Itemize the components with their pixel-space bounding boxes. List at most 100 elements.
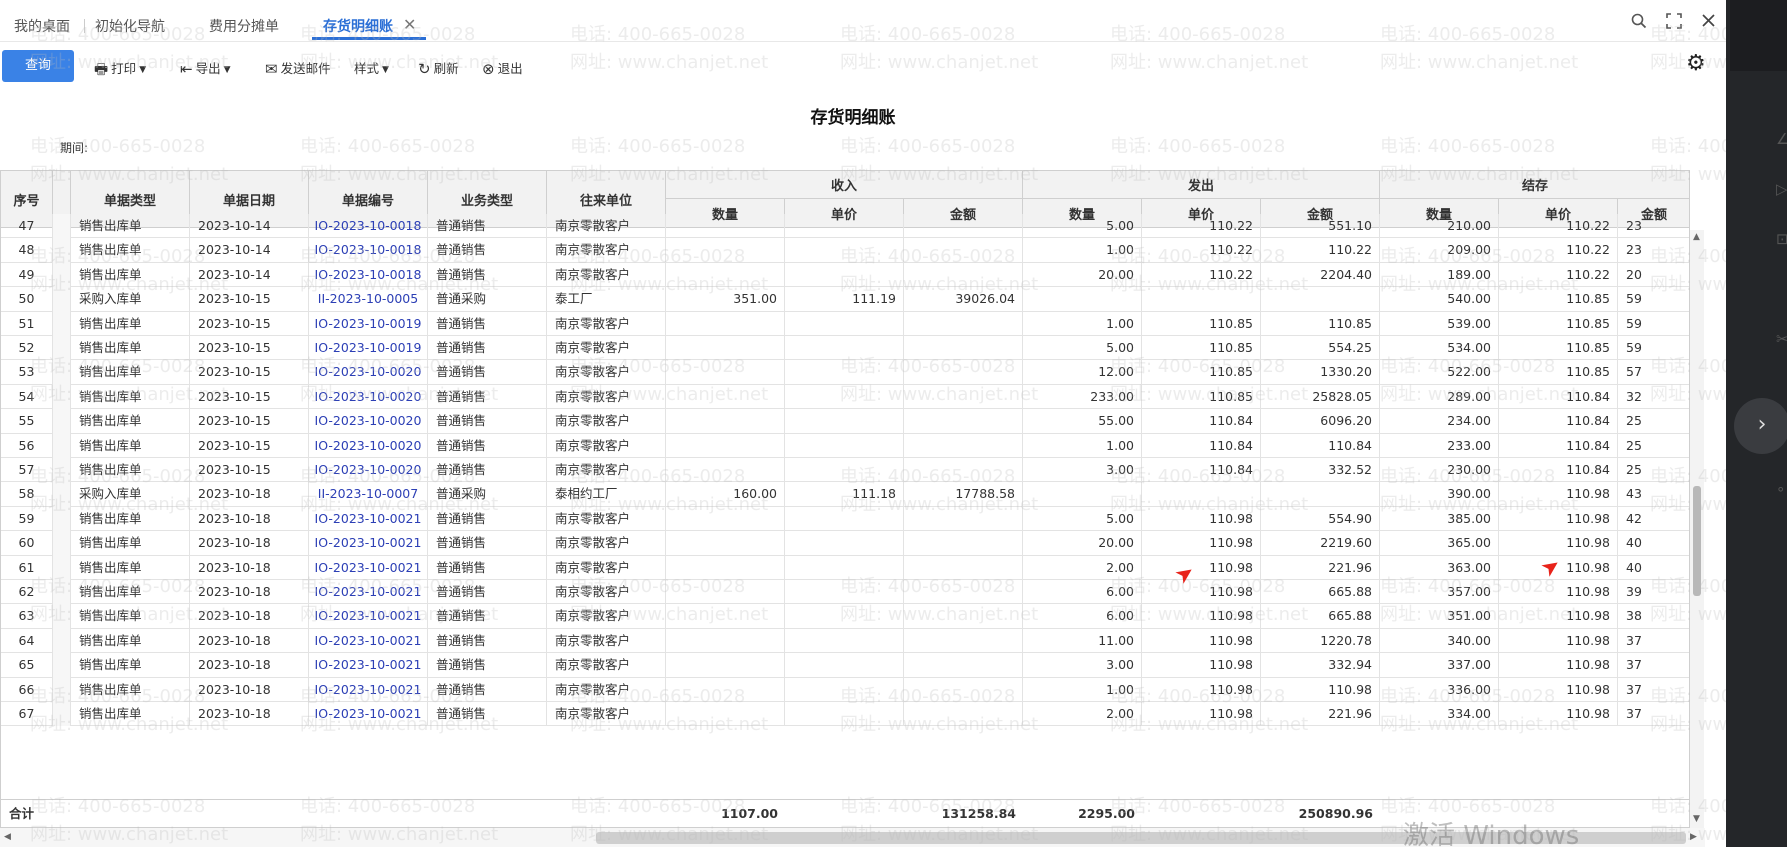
table-row[interactable]: 47 销售出库单 2023-10-14 IO-2023-10-0018 普通销售 南京零散… [1,214,1689,239]
cell-out-price: 110.98 [1142,604,1261,629]
close-window-icon[interactable] [1701,13,1716,32]
cell-bal-price: 110.84 [1499,384,1618,410]
table-row[interactable]: 61 销售出库单 2023-10-18 IO-2023-10-0021 普通销售 南京零散… [1,555,1689,580]
cell-biz: 普通销售 [428,628,547,654]
row-spacer [53,384,71,410]
cell-type: 销售出库单 [71,384,190,410]
table-row[interactable]: 64 销售出库单 2023-10-18 IO-2023-10-0021 普通销售 南京零散… [1,628,1689,654]
cell-bal-qty: 336.00 [1380,677,1499,702]
cell-no[interactable]: IO-2023-10-0021 [309,677,428,702]
cell-biz: 普通销售 [428,384,547,410]
cell-no[interactable]: IO-2023-10-0021 [309,531,428,556]
tab-inventory-ledger[interactable]: 存货明细账 [323,16,393,36]
fullscreen-icon[interactable] [1666,13,1682,33]
cell-no[interactable]: IO-2023-10-0019 [309,311,428,336]
table-row[interactable]: 51 销售出库单 2023-10-15 IO-2023-10-0019 普通销售 南京零散… [1,311,1689,336]
cell-no[interactable]: IO-2023-10-0021 [309,628,428,654]
cell-partner: 南京零散客户 [547,628,666,654]
cell-biz: 普通销售 [428,409,547,434]
table-row[interactable]: 58 采购入库单 2023-10-18 II-2023-10-0007 普通采购 泰相约工… [1,482,1689,507]
side-panel-header [1730,0,1787,71]
cell-no[interactable]: IO-2023-10-0021 [309,555,428,580]
cell-in-qty [666,580,785,605]
expand-panel-chevron-icon[interactable]: › [1734,398,1787,454]
scroll-up-icon[interactable]: ▲ [1693,232,1700,242]
cell-date: 2023-10-15 [190,384,309,410]
tab-my-desktop[interactable]: 我的桌面 [14,16,70,36]
table-row[interactable]: 63 销售出库单 2023-10-18 IO-2023-10-0021 普通销售 南京零散… [1,604,1689,629]
table-row[interactable]: 49 销售出库单 2023-10-14 IO-2023-10-0018 普通销售 南京零散… [1,262,1689,288]
cell-date: 2023-10-14 [190,238,309,263]
table-row[interactable]: 52 销售出库单 2023-10-15 IO-2023-10-0019 普通销售 南京零散… [1,336,1689,361]
table-row[interactable]: 66 销售出库单 2023-10-18 IO-2023-10-0021 普通销售 南京零散… [1,677,1689,702]
vertical-scrollbar[interactable]: ▲ ▼ [1690,230,1704,828]
table-row[interactable]: 65 销售出库单 2023-10-18 IO-2023-10-0021 普通销售 南京零散… [1,653,1689,678]
tab-init-nav[interactable]: 初始化导航 [95,16,165,36]
table-row[interactable]: 50 采购入库单 2023-10-15 II-2023-10-0005 普通采购 泰工厂 3… [1,287,1689,312]
export-button[interactable]: ⇤ 导出 ▼ [180,58,231,78]
scroll-down-icon[interactable]: ▼ [1693,814,1700,824]
table-row[interactable]: 53 销售出库单 2023-10-15 IO-2023-10-0020 普通销售 南京零散… [1,360,1689,385]
panel-edge-icon: ✂ [1776,330,1787,348]
cell-no[interactable]: IO-2023-10-0020 [309,458,428,483]
cell-no[interactable]: IO-2023-10-0020 [309,360,428,385]
cell-out-amt [1261,482,1380,507]
cell-bal-qty: 522.00 [1380,360,1499,385]
print-button[interactable]: 🖶 打印 ▼ [94,58,146,84]
cell-date: 2023-10-18 [190,677,309,702]
cell-bal-amt: 37 [1618,702,1689,726]
tab-expense-allocation[interactable]: 费用分摊单 [209,16,279,36]
exit-button[interactable]: ⊗ 退出 [482,58,523,78]
cell-no[interactable]: II-2023-10-0005 [309,287,428,312]
row-spacer [53,214,71,239]
tab-close-icon[interactable]: ✕ [403,15,416,34]
search-icon[interactable] [1631,13,1647,33]
cell-no[interactable]: IO-2023-10-0020 [309,433,428,458]
cell-out-amt: 551.10 [1261,214,1380,239]
row-spacer [53,580,71,605]
cell-no[interactable]: IO-2023-10-0021 [309,580,428,605]
cell-no[interactable]: IO-2023-10-0018 [309,262,428,288]
table-row[interactable]: 48 销售出库单 2023-10-14 IO-2023-10-0018 普通销售 南京零散… [1,238,1689,263]
cell-out-qty: 55.00 [1023,409,1142,434]
cell-partner: 南京零散客户 [547,604,666,629]
vertical-scroll-thumb[interactable] [1693,486,1701,596]
cell-no[interactable]: IO-2023-10-0021 [309,702,428,727]
cell-in-qty [666,628,785,654]
cell-in-amt [904,677,1023,702]
cell-no[interactable]: IO-2023-10-0018 [309,214,428,239]
cell-partner: 南京零散客户 [547,238,666,263]
settings-gear-icon[interactable]: ⚙ [1686,51,1706,76]
table-row[interactable]: 62 销售出库单 2023-10-18 IO-2023-10-0021 普通销售 南京零散… [1,580,1689,605]
query-button[interactable]: 查询 [2,50,74,82]
table-row[interactable]: 55 销售出库单 2023-10-15 IO-2023-10-0020 普通销售 南京零散… [1,409,1689,434]
cell-bal-price: 110.98 [1499,628,1618,654]
cell-bal-price: 110.85 [1499,311,1618,336]
cell-no[interactable]: IO-2023-10-0018 [309,238,428,263]
cell-no[interactable]: IO-2023-10-0021 [309,506,428,532]
send-mail-button[interactable]: ✉ 发送邮件 [265,58,331,78]
cell-no[interactable]: IO-2023-10-0020 [309,409,428,434]
style-button[interactable]: 样式 ▼ [354,58,389,77]
cell-no[interactable]: IO-2023-10-0020 [309,384,428,410]
table-row[interactable]: 60 销售出库单 2023-10-18 IO-2023-10-0021 普通销售 南京零散… [1,531,1689,556]
cell-no[interactable]: IO-2023-10-0019 [309,336,428,361]
table-row[interactable]: 57 销售出库单 2023-10-15 IO-2023-10-0020 普通销售 南京零散… [1,458,1689,483]
row-spacer [53,409,71,434]
cell-in-amt [904,628,1023,654]
cell-in-qty [666,238,785,263]
table-row[interactable]: 54 销售出库单 2023-10-15 IO-2023-10-0020 普通销售 南京零散… [1,384,1689,410]
cell-bal-price: 110.84 [1499,458,1618,483]
cell-no[interactable]: IO-2023-10-0021 [309,604,428,629]
cell-seq: 64 [1,628,53,654]
row-spacer [53,311,71,336]
cell-in-price [785,677,904,702]
scroll-left-icon[interactable]: ◀ [4,832,11,842]
table-row[interactable]: 56 销售出库单 2023-10-15 IO-2023-10-0020 普通销售 南京零散… [1,433,1689,458]
table-row[interactable]: 67 销售出库单 2023-10-18 IO-2023-10-0021 普通销售 南京零散… [1,702,1689,727]
refresh-button[interactable]: ↻ 刷新 [418,58,459,78]
cell-no[interactable]: IO-2023-10-0021 [309,653,428,678]
table-row[interactable]: 59 销售出库单 2023-10-18 IO-2023-10-0021 普通销售 南京零散… [1,506,1689,532]
scroll-right-icon[interactable]: ▶ [1690,832,1697,842]
cell-no[interactable]: II-2023-10-0007 [309,482,428,507]
